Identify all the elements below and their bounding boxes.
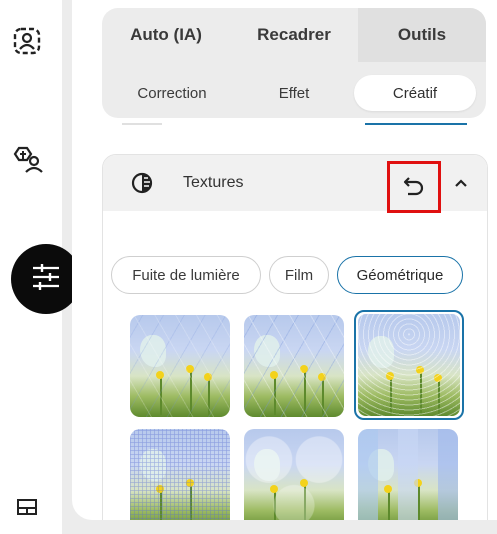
- subtab-correction[interactable]: Correction: [110, 75, 234, 111]
- tab-auto[interactable]: Auto (IA): [102, 8, 230, 62]
- textures-section: Textures Fuite de lumière Film Géométriq…: [102, 154, 488, 520]
- tabs-card: Auto (IA) Recadrer Outils Correction Eff…: [102, 8, 486, 118]
- undo-icon: [402, 174, 426, 201]
- portrait-frame-icon[interactable]: [8, 22, 46, 60]
- texture-thumbnail-triangles[interactable]: [130, 315, 230, 417]
- tab-divider: [122, 123, 162, 125]
- chevron-up-icon[interactable]: [451, 173, 471, 193]
- tools-panel: Auto (IA) Recadrer Outils Correction Eff…: [72, 0, 497, 520]
- face-retouch-icon[interactable]: [8, 140, 46, 178]
- texture-thumbnail-triangles-light[interactable]: [244, 315, 344, 417]
- texture-thumbnail-waves[interactable]: [354, 310, 464, 420]
- subtab-creatif[interactable]: Créatif: [354, 75, 476, 111]
- half-circle-icon: [131, 172, 153, 194]
- texture-thumbnail-pixels[interactable]: [358, 429, 458, 520]
- tab-recadrer[interactable]: Recadrer: [230, 8, 358, 62]
- texture-thumbnail-circles[interactable]: [244, 429, 344, 520]
- active-tab-indicator: [365, 123, 467, 125]
- chip-fuite-de-lumiere[interactable]: Fuite de lumière: [111, 256, 261, 294]
- chip-film[interactable]: Film: [269, 256, 329, 294]
- layout-icon[interactable]: [8, 488, 46, 526]
- reset-button[interactable]: [387, 161, 441, 213]
- texture-filter-chips: Fuite de lumière Film Géométrique: [111, 256, 487, 296]
- adjustments-icon: [31, 263, 61, 296]
- section-header[interactable]: Textures: [103, 155, 487, 213]
- adjustments-button[interactable]: [11, 244, 81, 314]
- chip-geometrique[interactable]: Géométrique: [337, 256, 463, 294]
- texture-thumbnail-grid-waves[interactable]: [130, 429, 230, 520]
- subtab-effet[interactable]: Effet: [234, 75, 354, 111]
- tab-outils[interactable]: Outils: [358, 8, 486, 62]
- section-title: Textures: [183, 174, 244, 191]
